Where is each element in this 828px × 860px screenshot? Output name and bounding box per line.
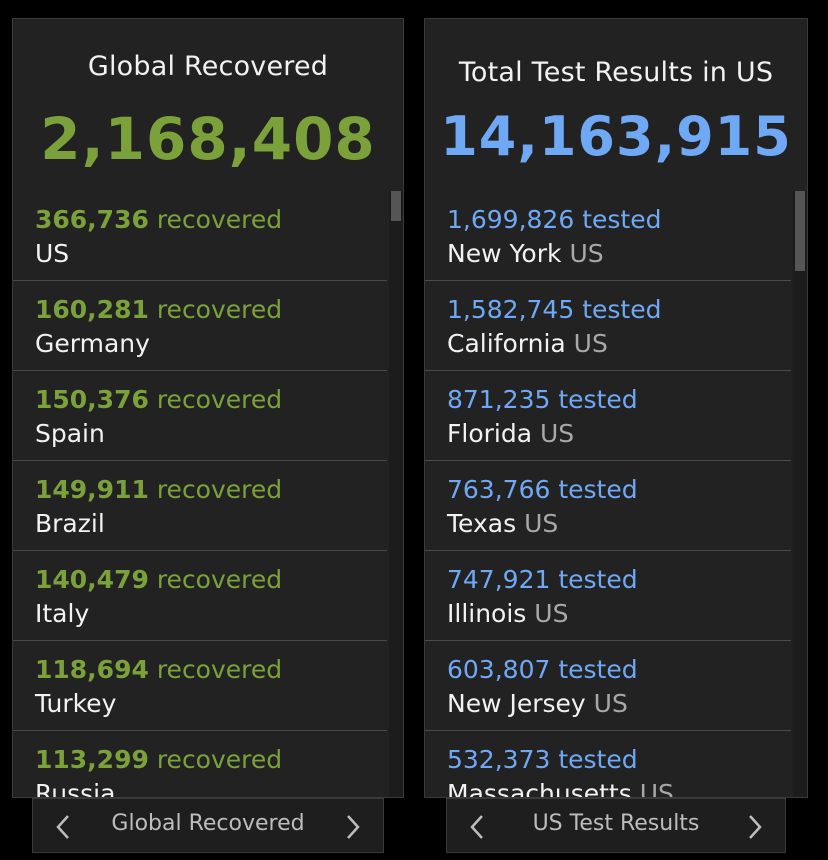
item-unit: recovered [156, 655, 283, 684]
item-value: 1,582,745 [447, 295, 575, 324]
item-unit: tested [582, 295, 662, 324]
scroll-thumb[interactable] [391, 191, 401, 221]
scrollbar[interactable] [793, 191, 807, 797]
pager-label: US Test Results [532, 811, 700, 836]
item-value: 366,736 [35, 205, 149, 234]
item-region: US [534, 599, 569, 628]
list-item[interactable]: 150,376 recovered Spain [13, 371, 387, 461]
chevron-right-icon[interactable] [341, 813, 365, 841]
item-value: 118,694 [35, 655, 149, 684]
item-region: US [593, 689, 628, 718]
list-item[interactable]: 532,373 tested Massachusetts US [425, 731, 791, 797]
item-name: New York [447, 239, 562, 268]
item-unit: tested [558, 655, 638, 684]
item-value: 150,376 [35, 385, 149, 414]
item-value: 747,921 [447, 565, 551, 594]
list-item[interactable]: 747,921 tested Illinois US [425, 551, 791, 641]
item-region: US [573, 329, 608, 358]
item-region: US [540, 419, 575, 448]
left-pager: Global Recovered [32, 798, 384, 853]
list-item[interactable]: 366,736 recovered US [13, 191, 387, 281]
item-unit: recovered [156, 295, 283, 324]
pager-label: Global Recovered [111, 811, 305, 836]
item-name: Texas [447, 509, 517, 538]
item-unit: recovered [156, 475, 283, 504]
item-name: Italy [35, 599, 90, 628]
item-unit: recovered [156, 565, 283, 594]
item-value: 871,235 [447, 385, 551, 414]
item-unit: tested [558, 385, 638, 414]
list-item[interactable]: 1,699,826 tested New York US [425, 191, 791, 281]
item-unit: recovered [156, 205, 283, 234]
recovered-list[interactable]: 366,736 recovered US 160,281 recovered G… [13, 191, 387, 797]
list-item[interactable]: 1,582,745 tested California US [425, 281, 791, 371]
scrollbar[interactable] [389, 191, 403, 797]
list-item[interactable]: 871,235 tested Florida US [425, 371, 791, 461]
list-item[interactable]: 763,766 tested Texas US [425, 461, 791, 551]
list-item[interactable]: 140,479 recovered Italy [13, 551, 387, 641]
item-name: Massachusetts [447, 779, 632, 797]
item-region: US [524, 509, 559, 538]
item-region: US [639, 779, 674, 797]
us-test-results-panel: Total Test Results in US 14,163,915 1,69… [424, 18, 808, 798]
item-value: 149,911 [35, 475, 149, 504]
item-unit: tested [558, 565, 638, 594]
list-item[interactable]: 113,299 recovered Russia [13, 731, 387, 797]
item-name: Germany [35, 329, 150, 358]
total-tested-value: 14,163,915 [440, 105, 792, 168]
tested-list[interactable]: 1,699,826 tested New York US 1,582,745 t… [425, 191, 791, 797]
list-item[interactable]: 603,807 tested New Jersey US [425, 641, 791, 731]
item-value: 140,479 [35, 565, 149, 594]
list-item[interactable]: 149,911 recovered Brazil [13, 461, 387, 551]
panel-header: Total Test Results in US 14,163,915 [425, 19, 807, 191]
item-name: Florida [447, 419, 533, 448]
global-recovered-panel: Global Recovered 2,168,408 366,736 recov… [12, 18, 404, 798]
item-unit: tested [558, 475, 638, 504]
item-value: 1,699,826 [447, 205, 575, 234]
item-value: 763,766 [447, 475, 551, 504]
item-value: 113,299 [35, 745, 149, 774]
panel-title: Global Recovered [87, 51, 329, 82]
panel-title: Total Test Results in US [458, 57, 774, 88]
item-name: Illinois [447, 599, 527, 628]
list-item[interactable]: 118,694 recovered Turkey [13, 641, 387, 731]
item-value: 532,373 [447, 745, 551, 774]
list-item[interactable]: 160,281 recovered Germany [13, 281, 387, 371]
total-recovered-value: 2,168,408 [40, 105, 376, 173]
item-value: 603,807 [447, 655, 551, 684]
item-name: Russia [35, 779, 116, 797]
item-name: Turkey [35, 689, 117, 718]
item-value: 160,281 [35, 295, 149, 324]
item-unit: tested [582, 205, 662, 234]
panel-header: Global Recovered 2,168,408 [13, 19, 403, 191]
item-name: New Jersey [447, 689, 586, 718]
right-pager: US Test Results [446, 798, 786, 853]
scroll-thumb[interactable] [795, 191, 805, 271]
item-region: US [569, 239, 604, 268]
item-name: California [447, 329, 566, 358]
chevron-right-icon[interactable] [743, 813, 767, 841]
item-unit: tested [558, 745, 638, 774]
item-unit: recovered [156, 745, 283, 774]
item-name: US [35, 239, 70, 268]
item-unit: recovered [156, 385, 283, 414]
item-name: Spain [35, 419, 105, 448]
item-name: Brazil [35, 509, 105, 538]
